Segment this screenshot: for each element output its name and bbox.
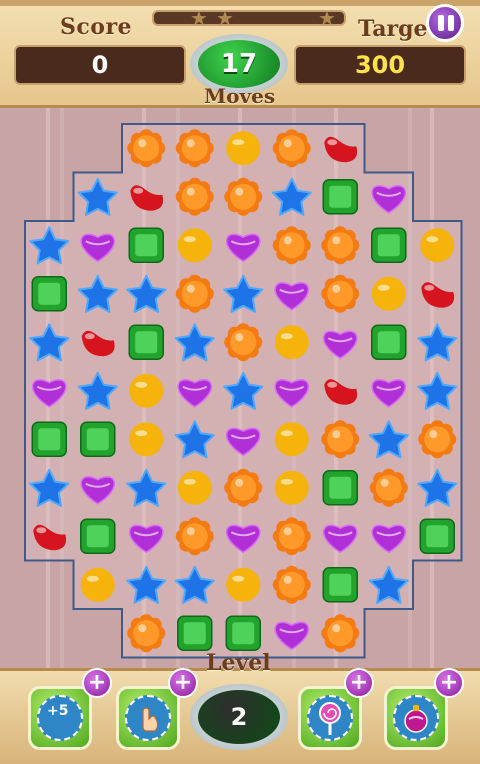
booster-color-bomb-button[interactable]	[384, 686, 448, 750]
orange-flower-candy[interactable]	[175, 129, 214, 168]
extra-moves-text: +5	[47, 703, 69, 719]
add-lollipop-button[interactable]: +	[344, 668, 374, 698]
hand-icon	[125, 695, 171, 741]
orange-flower-candy[interactable]	[321, 614, 360, 653]
game-board[interactable]	[0, 0, 480, 761]
orange-flower-candy[interactable]	[127, 129, 166, 168]
level-value: 2	[198, 690, 280, 744]
green-square-candy[interactable]	[31, 421, 67, 457]
green-square-candy[interactable]	[128, 227, 164, 263]
add-hand-button[interactable]: +	[168, 668, 198, 698]
green-square-candy[interactable]	[371, 227, 407, 263]
green-square-candy[interactable]	[31, 276, 67, 312]
green-square-candy[interactable]	[322, 567, 358, 603]
color-bomb-glyph	[404, 705, 428, 733]
orange-flower-candy[interactable]	[175, 274, 214, 313]
orange-flower-candy[interactable]	[224, 323, 263, 362]
orange-flower-candy[interactable]	[175, 517, 214, 556]
green-square-candy[interactable]	[322, 470, 358, 506]
green-square-candy[interactable]	[128, 324, 164, 360]
booster-hand-button[interactable]	[116, 686, 180, 750]
green-square-candy[interactable]	[419, 518, 455, 554]
green-square-candy[interactable]	[80, 421, 116, 457]
orange-flower-candy[interactable]	[369, 468, 408, 507]
orange-flower-candy[interactable]	[127, 614, 166, 653]
orange-flower-candy[interactable]	[224, 468, 263, 507]
green-square-candy[interactable]	[225, 615, 261, 651]
add-color-bomb-button[interactable]: +	[434, 668, 464, 698]
hand-glyph	[142, 707, 159, 732]
orange-flower-candy[interactable]	[272, 226, 311, 265]
orange-flower-candy[interactable]	[418, 420, 457, 459]
orange-flower-candy[interactable]	[224, 177, 263, 216]
add-extra-moves-button[interactable]: +	[82, 668, 112, 698]
orange-flower-candy[interactable]	[321, 420, 360, 459]
orange-flower-candy[interactable]	[272, 517, 311, 556]
lollipop-icon	[307, 695, 353, 741]
green-square-candy[interactable]	[177, 615, 213, 651]
green-square-candy[interactable]	[322, 179, 358, 215]
orange-flower-candy[interactable]	[321, 226, 360, 265]
orange-flower-candy[interactable]	[272, 565, 311, 604]
orange-flower-candy[interactable]	[321, 274, 360, 313]
green-square-candy[interactable]	[80, 518, 116, 554]
booster-extra-moves-button[interactable]: +5	[28, 686, 92, 750]
extra-moves-icon: +5	[37, 695, 83, 741]
orange-flower-candy[interactable]	[272, 129, 311, 168]
lollipop-glyph	[319, 702, 341, 735]
color-bomb-icon	[393, 695, 439, 741]
board-outline	[24, 123, 463, 659]
green-square-candy[interactable]	[371, 324, 407, 360]
level-label: Level	[206, 650, 271, 676]
orange-flower-candy[interactable]	[175, 177, 214, 216]
